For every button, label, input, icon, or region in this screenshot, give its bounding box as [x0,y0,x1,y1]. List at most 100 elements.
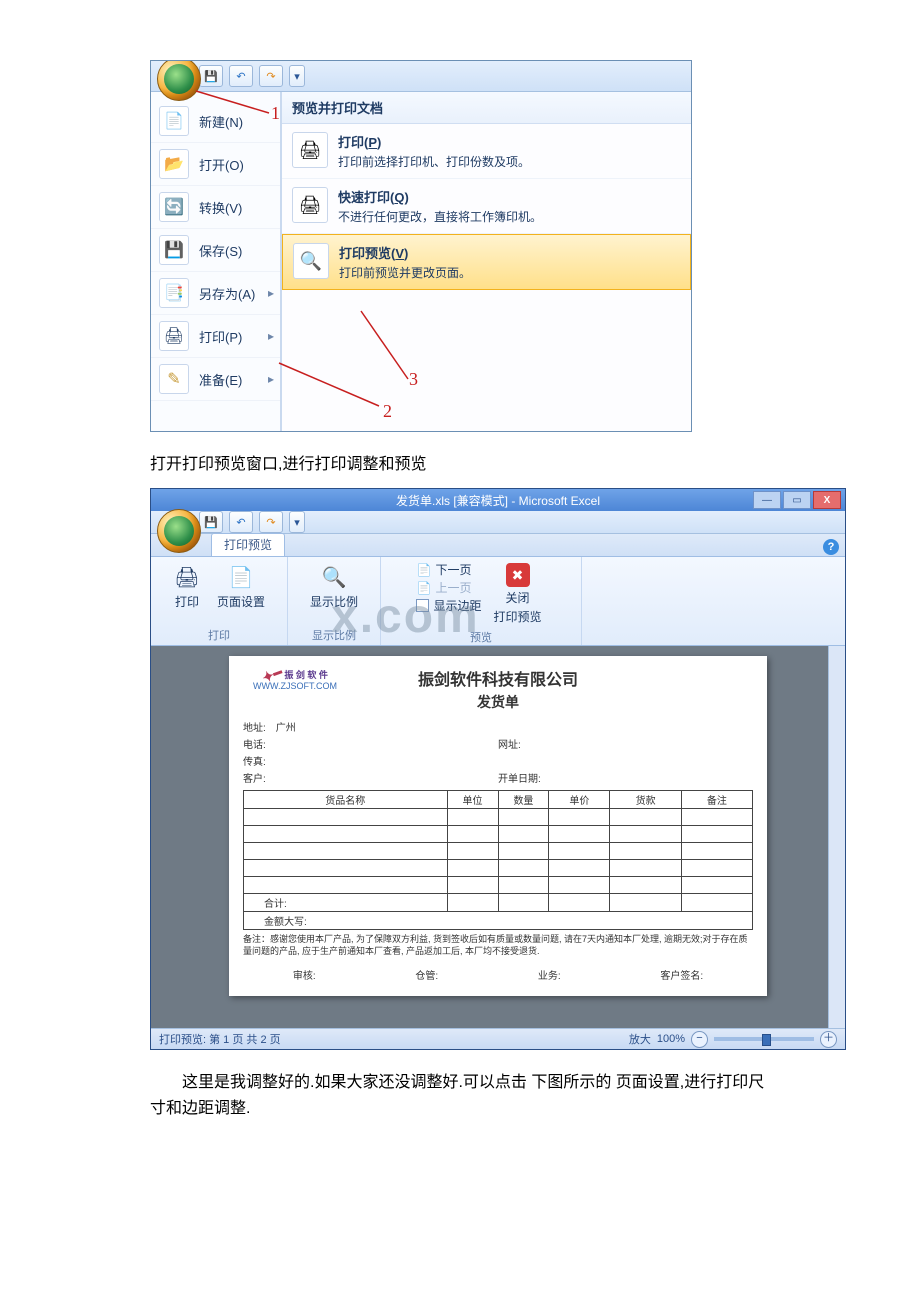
submenu-title: 快速打印(Q) [338,187,542,206]
checkbox-icon[interactable] [416,599,429,612]
submenu-title: 打印(P) [338,132,530,151]
ribbon-label: 页面设置 [217,593,265,610]
window-titlebar: 发货单.xls [兼容模式] - Microsoft Excel — ▭ X [151,489,845,511]
menu-label: 准备(E) [199,370,242,389]
print-preview-icon: 🔍 [293,243,329,279]
menu-label: 打印(P) [199,327,242,346]
quick-access-toolbar: 💾 ↶ ↷ ▾ [151,61,691,92]
invoice-table: 货品名称 单位 数量 单价 货款 备注 合计: 金额大写: [243,790,753,930]
window-close-button[interactable]: X [813,491,841,509]
window-maximize-button[interactable]: ▭ [783,491,811,509]
th-price: 单价 [549,791,610,809]
ribbon-next-page[interactable]: 📄 下一页 [416,561,481,578]
menu-save-as[interactable]: 📑另存为(A) [151,272,280,315]
menu-print[interactable]: 🖨 打印(P) [151,315,280,358]
ribbon-label: 上一页 [435,579,471,596]
menu-label: 打开(O) [199,155,244,174]
right-panel-header: 预览并打印文档 [282,92,691,124]
ribbon-label: 下一页 [435,561,471,578]
ribbon-label: 打印 [175,593,199,610]
print-icon: 🖨 [159,321,189,351]
qat-more-icon[interactable]: ▾ [289,511,305,533]
ribbon-tabs: 打印预览 [151,534,845,557]
ribbon-page-setup-button[interactable]: 📄页面设置 [213,561,269,612]
th-remark: 备注 [681,791,752,809]
invoice-subtitle: 发货单 [418,692,578,712]
qat-more-icon[interactable]: ▾ [289,65,305,87]
table-row [244,809,753,826]
table-row [244,877,753,894]
status-bar: 打印预览: 第 1 页 共 2 页 放大 100% − ＋ [151,1028,845,1049]
ribbon-label: 打印预览 [494,608,542,625]
submenu-print[interactable]: 🖨 打印(P) 打印前选择打印机、打印份数及项。 [282,124,691,179]
menu-prepare[interactable]: ✎ 准备(E) [151,358,280,401]
qat-save-icon[interactable]: 💾 [199,511,223,533]
submenu-desc: 不进行任何更改，直接将工作簿印机。 [338,208,542,225]
ribbon-prev-page: 📄 上一页 [416,579,481,596]
menu-label: 保存(S) [199,241,242,260]
zoom-out-button[interactable]: − [691,1031,708,1048]
zoom-label: 放大 [629,1031,651,1047]
ribbon-label: 显示边距 [433,597,481,614]
qat-redo-icon[interactable]: ↷ [259,511,283,533]
ribbon-zoom-button[interactable]: 🔍显示比例 [306,561,362,612]
zoom-controls: 放大 100% − ＋ [629,1031,837,1048]
tab-print-preview[interactable]: 打印预览 [211,533,285,556]
print-preview-window-screenshot: 发货单.xls [兼容模式] - Microsoft Excel — ▭ X 💾… [150,488,846,1050]
zoom-slider[interactable] [714,1037,814,1041]
submenu-desc: 打印前预览并更改页面。 [339,264,471,281]
printer-icon: 🖨 [292,132,328,168]
menu-new[interactable]: 📄新建(N) [151,100,280,143]
th-product: 货品名称 [244,791,448,809]
menu-save[interactable]: 💾保存(S) [151,229,280,272]
submenu-print-preview[interactable]: 🔍 打印预览(V) 打印前预览并更改页面。 [282,234,691,290]
magnifier-icon: 🔍 [320,563,348,591]
ribbon-show-margins[interactable]: 显示边距 [416,597,481,614]
table-row-caps: 金额大写: [244,912,753,930]
th-amount: 货款 [610,791,681,809]
th-qty: 数量 [498,791,549,809]
ribbon: 🖨打印 📄页面设置 打印 🔍显示比例 显示比例 📄 下一页 📄 上一页 显示边距 [151,557,845,646]
th-unit: 单位 [447,791,498,809]
status-page-info: 打印预览: 第 1 页 共 2 页 [159,1031,281,1047]
help-icon[interactable]: ? [823,539,839,555]
menu-convert[interactable]: 🔄 转换(V) [151,186,280,229]
ribbon-close-preview-button[interactable]: ✖ 关闭 打印预览 [490,561,546,627]
company-logo: ✦━振 剑 软 件 WWW.ZJSOFT.COM [253,668,337,691]
vertical-scrollbar[interactable] [828,646,845,1036]
page-prev-icon: 📄 [416,581,431,595]
qat-save-icon[interactable]: 💾 [199,65,223,87]
submenu-quick-print[interactable]: 🖨 快速打印(Q) 不进行任何更改，直接将工作簿印机。 [282,179,691,234]
quick-print-icon: 🖨 [292,187,328,223]
submenu-desc: 打印前选择打印机、打印份数及项。 [338,153,530,170]
window-title: 发货单.xls [兼容模式] - Microsoft Excel [396,492,600,509]
ribbon-label: 关闭 [506,589,530,606]
signature-row: 审核: 仓管: 业务: 客户签名: [243,967,753,982]
page-next-icon: 📄 [416,563,431,577]
ribbon-group-name: 显示比例 [312,627,356,643]
qat-undo-icon[interactable]: ↶ [229,511,253,533]
ribbon-print-button[interactable]: 🖨打印 [169,561,205,612]
office-button[interactable] [157,509,201,553]
table-row [244,843,753,860]
ribbon-group-name: 预览 [470,629,492,645]
prepare-icon: ✎ [159,364,189,394]
qat-redo-icon[interactable]: ↷ [259,65,283,87]
convert-icon: 🔄 [159,192,189,222]
menu-open[interactable]: 📂 打开(O) [151,143,280,186]
qat-undo-icon[interactable]: ↶ [229,65,253,87]
ribbon-group-name: 打印 [208,627,230,643]
office-menu-left-column: 📄新建(N) 📂 打开(O) 🔄 转换(V) 💾保存(S) 📑另存为(A) 🖨 打印(… [151,92,282,432]
save-as-icon: 📑 [159,278,189,308]
office-menu-right-panel: 预览并打印文档 🖨 打印(P) 打印前选择打印机、打印份数及项。 🖨 快速打印(… [282,92,691,432]
open-file-icon: 📂 [159,149,189,179]
window-minimize-button[interactable]: — [753,491,781,509]
close-icon: ✖ [506,563,530,587]
preview-canvas: ✦━振 剑 软 件 WWW.ZJSOFT.COM 振剑软件科技有限公司 发货单 … [151,646,845,1036]
menu-label: 转换(V) [199,198,242,217]
submenu-title: 打印预览(V) [339,243,471,262]
zoom-in-button[interactable]: ＋ [820,1031,837,1048]
table-row-sum: 合计: [244,894,753,912]
invoice-meta: 地址: 广州 电话:网址: 传真: 客户:开单日期: [243,718,753,786]
menu-label: 新建(N) [199,112,243,131]
